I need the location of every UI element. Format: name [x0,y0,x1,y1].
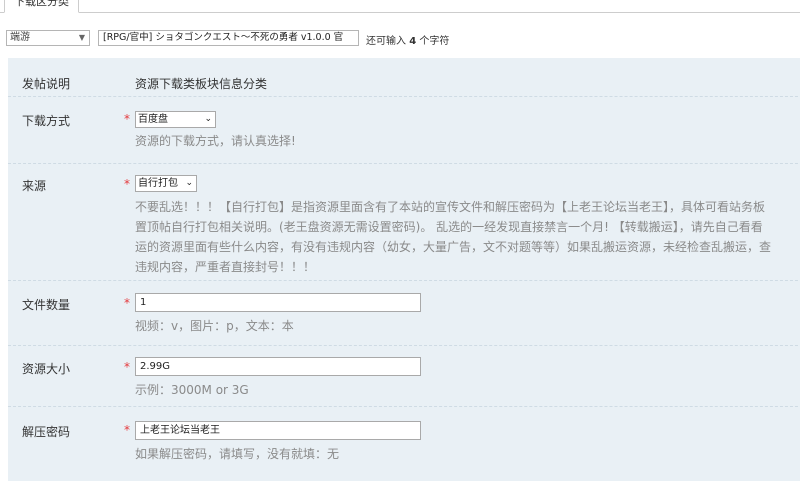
post-note-label: 发帖说明 [22,77,71,91]
tab-download-category[interactable]: 下载区分类 [4,0,79,13]
password-row: 解压密码 * 上老王论坛当老王 如果解压密码，请填写，没有就填：无 [8,407,800,480]
source-hint-line: 运的资源里面有些什么内容，有没有违规内容（幼女，大量广告，文不对题等等）如果乱搬… [135,240,772,254]
password-label: 解压密码 [22,425,71,439]
char-remaining: 还可输入 4 个字符 [366,36,450,47]
file-count-row: 文件数量 * 1 视频：v，图片：p，文本：本 [8,281,800,346]
download-method-select[interactable]: 百度盘 ⌄ [135,111,216,128]
size-input[interactable]: 2.99G [135,357,421,376]
game-type-select[interactable]: 端游 ▼ [6,30,90,46]
title-bar: 端游 ▼ [RPG/官中] ショタゴンクエスト～不死の勇者 v1.0.0 官 还… [0,28,800,48]
chevron-down-icon: ▼ [78,33,85,42]
required-mark: * [124,112,130,126]
source-hint-line: 违规内容，严重者直接封号！！！ [135,260,316,274]
game-type-value: 端游 [10,32,30,43]
file-count-input[interactable]: 1 [135,293,421,312]
post-note-row: 发帖说明 资源下载类板块信息分类 [8,58,800,97]
download-method-label: 下载方式 [22,114,71,128]
required-mark: * [124,177,130,191]
source-select[interactable]: 自行打包 ⌄ [135,175,197,192]
password-hint: 如果解压密码，请填写，没有就填：无 [135,447,340,461]
post-note-text: 资源下载类板块信息分类 [135,77,268,91]
file-count-label: 文件数量 [22,298,71,312]
size-label: 资源大小 [22,362,71,376]
download-method-value: 百度盘 [138,114,168,125]
required-mark: * [124,423,130,437]
download-method-hint: 资源的下载方式，请认真选择! [135,134,296,148]
size-hint: 示例：3000M or 3G [135,383,249,397]
download-method-row: 下载方式 * 百度盘 ⌄ 资源的下载方式，请认真选择! [8,97,800,164]
tab-bar: 下载区分类 [0,0,800,13]
thread-title-input[interactable]: [RPG/官中] ショタゴンクエスト～不死の勇者 v1.0.0 官 [98,30,359,46]
file-count-hint: 视频：v，图片：p，文本：本 [135,319,294,333]
chevron-down-icon: ⌄ [204,114,212,124]
password-input[interactable]: 上老王论坛当老王 [135,421,421,440]
chevron-down-icon: ⌄ [185,178,193,188]
source-hint: 不要乱选！！！【自行打包】是指资源里面含有了本站的宣传文件和解压密码为【上老王论… [135,197,800,277]
source-hint-line: 置顶帖自行打包相关说明。(老王盘资源无需设置密码)。 乱选的一经发现直接禁言一个… [135,220,763,234]
source-row: 来源 * 自行打包 ⌄ 不要乱选！！！【自行打包】是指资源里面含有了本站的宣传文… [8,164,800,281]
required-mark: * [124,360,130,374]
source-label: 来源 [22,179,47,193]
size-row: 资源大小 * 2.99G 示例：3000M or 3G [8,346,800,407]
source-hint-line: 不要乱选！！！【自行打包】是指资源里面含有了本站的宣传文件和解压密码为【上老王论… [135,200,766,214]
required-mark: * [124,296,130,310]
source-value: 自行打包 [138,178,178,189]
category-form-panel: 发帖说明 资源下载类板块信息分类 下载方式 * 百度盘 ⌄ 资源的下载方式，请认… [8,58,800,481]
